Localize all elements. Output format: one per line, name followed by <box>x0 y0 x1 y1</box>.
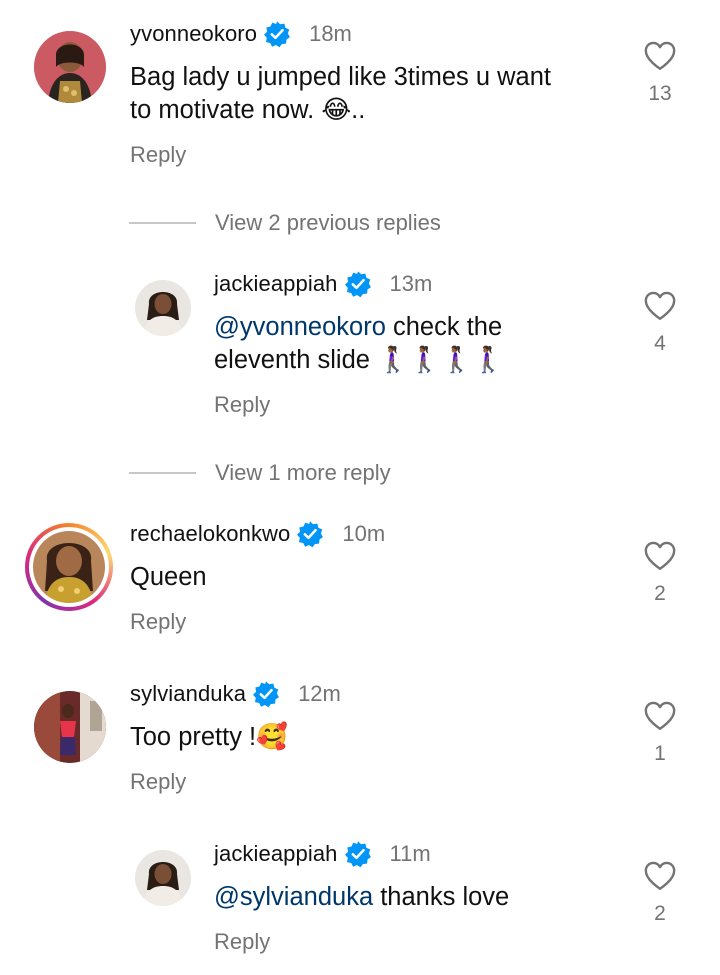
story-ring[interactable] <box>25 523 113 611</box>
view-previous-replies[interactable]: View 2 previous replies <box>129 208 441 238</box>
divider-line <box>129 222 196 224</box>
like-count: 13 <box>648 82 672 105</box>
comment-timestamp: 12m <box>298 681 341 706</box>
comment-text: @sylvianduka thanks love <box>214 881 509 914</box>
comment-text-line: @yvonneokoro check the <box>214 311 504 344</box>
comment-text-line: Bag lady u jumped like 3times u want <box>130 63 551 91</box>
mention-link[interactable]: @sylvianduka <box>214 883 373 911</box>
comment-username[interactable]: jackieappiah <box>214 271 338 297</box>
like-control: 2 <box>640 860 680 926</box>
comment-username[interactable]: yvonneokoro <box>130 21 257 47</box>
divider-line <box>129 472 196 474</box>
comment-text-line: eleventh slide 🚶🏾‍♀️🚶🏾‍♀️🚶🏾‍♀️🚶🏾‍♀️ <box>214 346 505 374</box>
reply-button[interactable]: Reply <box>214 929 270 955</box>
comment-text: Bag lady u jumped like 3times u want to … <box>130 61 551 127</box>
comment-username[interactable]: rechaelokonkwo <box>130 521 290 547</box>
reply-button[interactable]: Reply <box>130 142 186 168</box>
like-control: 13 <box>640 40 680 106</box>
verified-badge-icon <box>252 680 280 708</box>
comment-text-segment: thanks love <box>373 883 510 911</box>
view-more-replies-label[interactable]: View 1 more reply <box>215 460 391 486</box>
like-control: 2 <box>640 540 680 606</box>
comment-text: Queen <box>130 563 207 591</box>
view-more-replies[interactable]: View 1 more reply <box>129 458 391 488</box>
comment-timestamp: 13m <box>389 271 433 296</box>
like-count: 2 <box>654 582 666 605</box>
comment-timestamp: 10m <box>342 521 386 546</box>
heart-outline-icon[interactable] <box>643 700 677 732</box>
like-count: 4 <box>654 332 666 355</box>
comment-username[interactable]: sylvianduka <box>130 681 246 707</box>
avatar[interactable] <box>34 31 106 103</box>
avatar[interactable] <box>34 691 106 763</box>
view-previous-replies-label[interactable]: View 2 previous replies <box>215 210 441 236</box>
comment-timestamp: 11m <box>389 841 431 866</box>
like-control: 4 <box>640 290 680 356</box>
like-control: 1 <box>640 700 680 766</box>
comment-username[interactable]: jackieappiah <box>214 841 338 867</box>
verified-badge-icon <box>344 840 372 868</box>
heart-outline-icon[interactable] <box>643 860 677 892</box>
verified-badge-icon <box>344 270 372 298</box>
mention-link[interactable]: @yvonneokoro <box>214 313 386 341</box>
avatar[interactable] <box>135 850 191 906</box>
comment-timestamp: 18m <box>309 21 352 46</box>
verified-badge-icon <box>296 520 324 548</box>
heart-outline-icon[interactable] <box>643 540 677 572</box>
verified-badge-icon <box>263 20 291 48</box>
comment-text: Too pretty !🥰 <box>130 723 288 751</box>
reply-button[interactable]: Reply <box>130 769 186 795</box>
heart-outline-icon[interactable] <box>643 290 677 322</box>
reply-button[interactable]: Reply <box>214 392 270 418</box>
comment-text-line: to motivate now. 😂.. <box>130 96 366 124</box>
avatar[interactable] <box>135 280 191 336</box>
reply-button[interactable]: Reply <box>130 609 186 635</box>
avatar[interactable] <box>33 531 105 603</box>
like-count: 2 <box>654 902 666 925</box>
like-count: 1 <box>654 742 666 765</box>
comment-text-segment: check the <box>385 313 503 341</box>
comment-text: @yvonneokoro check the eleventh slide 🚶🏾… <box>214 311 504 377</box>
heart-outline-icon[interactable] <box>643 40 677 72</box>
